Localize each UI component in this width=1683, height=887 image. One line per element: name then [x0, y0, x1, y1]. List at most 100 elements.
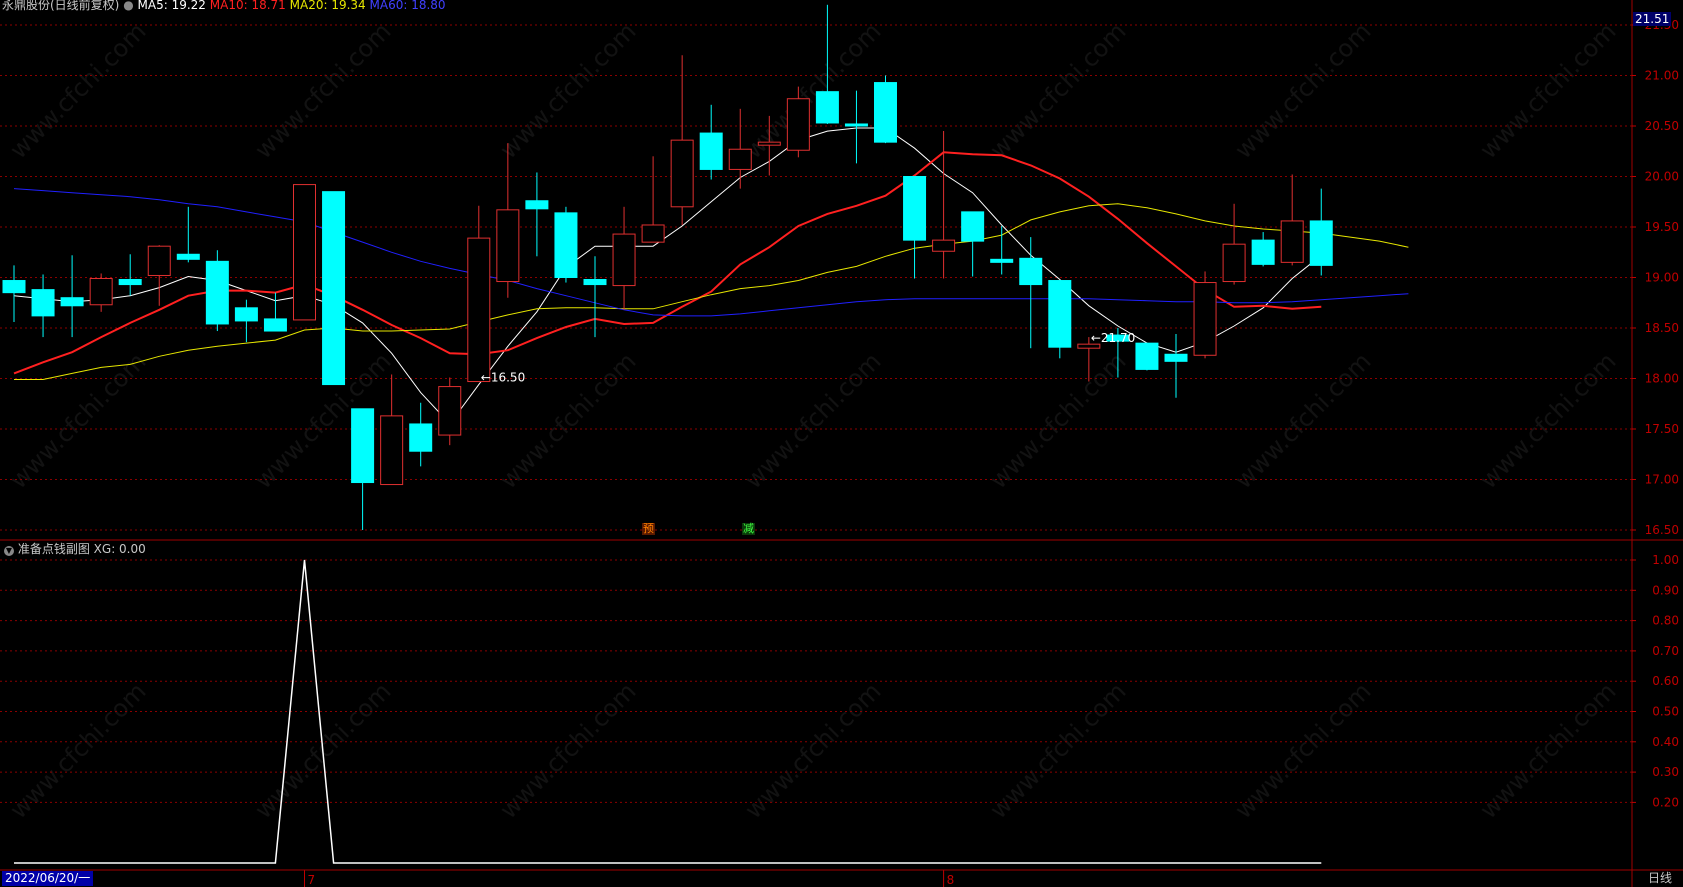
price-tick-label: 19.50 [1645, 220, 1679, 234]
price-tick-label: 18.00 [1645, 372, 1679, 386]
high-price-label: ←21.70 [1091, 331, 1135, 345]
month-label: 7 [308, 873, 316, 887]
candle-body-down [409, 423, 433, 452]
watermark-text: www.cfchi.com [1474, 17, 1621, 164]
price-tick-label: 19.00 [1645, 271, 1679, 285]
candle-body-down [1309, 220, 1333, 266]
ma60-label: MA60: 18.80 [369, 0, 446, 12]
period-label[interactable]: 日线 [1648, 871, 1672, 886]
candle-body-down [234, 307, 258, 322]
candle-body-up [786, 98, 810, 151]
watermark-text: www.cfchi.com [4, 17, 151, 164]
indicator-tick-label: 0.40 [1652, 735, 1679, 749]
watermark-text: www.cfchi.com [984, 347, 1131, 494]
candle-body-up [932, 239, 956, 252]
candle-body-up [612, 233, 636, 287]
annotations: ←21.70 ←16.50 [481, 331, 1135, 384]
candlesticks [2, 4, 1333, 530]
ma20-label: MA20: 19.34 [289, 0, 366, 12]
candle-body-down [990, 258, 1014, 263]
circle-icon: ● [123, 0, 134, 12]
candle-body-down [583, 279, 607, 286]
indicator-tick-label: 0.70 [1652, 644, 1679, 658]
watermark-layer: www.cfchi.com www.cfchi.com www.cfchi.com w… [4, 17, 1621, 824]
price-tick-label: 18.50 [1645, 321, 1679, 335]
candle-body-up [496, 209, 520, 283]
candle-body-down [815, 91, 839, 124]
indicator-name[interactable]: 准备点钱副图 [18, 542, 90, 556]
candle-body-up [380, 415, 404, 486]
candle-body-up [670, 139, 694, 208]
candle-body-up [89, 278, 113, 306]
candle-body-down [176, 253, 200, 260]
price-tick-label: 17.50 [1645, 422, 1679, 436]
candle-body-up [1193, 282, 1217, 356]
indicator-tick-label: 0.80 [1652, 614, 1679, 628]
candle-body-down [31, 289, 55, 317]
stock-title: 永鼎股份(日线前复权) [2, 0, 120, 12]
watermark-text: www.cfchi.com [1229, 347, 1376, 494]
price-tick-label: 20.50 [1645, 119, 1679, 133]
watermark-text: www.cfchi.com [494, 347, 641, 494]
candle-body-down [699, 132, 723, 170]
current-price-tag: 21.51 [1633, 12, 1672, 26]
xg-value: XG: 0.00 [93, 542, 146, 556]
watermark-text: www.cfchi.com [739, 347, 886, 494]
candle-body-up [728, 148, 752, 170]
watermark-text: www.cfchi.com [1229, 17, 1376, 164]
candle-body-down [1135, 342, 1159, 370]
indicator-tick-label: 0.30 [1652, 765, 1679, 779]
candle-body-down [903, 176, 927, 241]
price-tick-label: 17.00 [1645, 473, 1679, 487]
yu-marker: 预 [642, 522, 655, 535]
indicator-tick-label: 0.60 [1652, 674, 1679, 688]
candle-body-down [1019, 257, 1043, 286]
ma5-label: MA5: 19.22 [137, 0, 206, 12]
watermark-text: www.cfchi.com [249, 17, 396, 164]
price-tick-label: 20.00 [1645, 170, 1679, 184]
candle-body-down [263, 318, 287, 332]
candle-body-down [322, 191, 346, 386]
candle-body-down [351, 408, 375, 484]
indicator-tick-label: 0.50 [1652, 705, 1679, 719]
candle-body-down [1251, 239, 1275, 265]
chart-canvas[interactable]: www.cfchi.com www.cfchi.com www.cfchi.com w… [0, 0, 1683, 887]
candle-body-down [1048, 280, 1072, 348]
candle-body-up [438, 386, 462, 436]
candle-body-up [1222, 243, 1246, 283]
watermark-text: www.cfchi.com [1474, 347, 1621, 494]
jian-marker: 减 [742, 522, 755, 535]
candle-body-down [525, 200, 549, 210]
low-price-label: ←16.50 [481, 371, 525, 385]
ma10-label: MA10: 18.71 [209, 0, 286, 12]
candle-body-down [118, 279, 142, 286]
candle-body-down [1164, 353, 1188, 362]
candle-body-up [757, 141, 781, 146]
indicator-tick-label: 1.00 [1652, 553, 1679, 567]
month-label: 8 [947, 873, 955, 887]
price-tick-label: 16.50 [1645, 523, 1679, 537]
price-tick-label: 21.00 [1645, 69, 1679, 83]
candle-body-down [205, 260, 229, 325]
indicator-tick-label: 0.90 [1652, 583, 1679, 597]
collapse-icon[interactable]: ▼ [4, 546, 14, 556]
candle-body-up [1280, 220, 1304, 263]
candle-body-down [874, 82, 897, 143]
watermark-text: www.cfchi.com [494, 17, 641, 164]
watermark-text: www.cfchi.com [984, 17, 1131, 164]
candle-body-down [60, 297, 84, 307]
candle-body-down [844, 123, 868, 127]
candle-body-up [293, 184, 316, 321]
chart-header: 永鼎股份(日线前复权) ● MA5: 19.22 MA10: 18.71 MA2… [2, 0, 446, 13]
candle-body-up [641, 224, 665, 243]
candle-body-up [147, 245, 171, 276]
candle-body-down [961, 211, 985, 242]
candle-body-down [554, 212, 578, 278]
date-cursor-label: 2022/06/20/一 [2, 871, 94, 886]
indicator-axis: 1.00 0.90 0.80 0.70 0.60 0.50 0.40 0.30 0.20 [1632, 553, 1679, 809]
indicator-header: ▼ 准备点钱副图 XG: 0.00 [4, 540, 146, 557]
candle-body-down [2, 280, 26, 294]
indicator-tick-label: 0.20 [1652, 795, 1679, 809]
price-axis: 16.50 17.00 17.50 18.00 18.50 19.00 19.50 20.00… [1632, 18, 1679, 537]
candle-body-up [467, 237, 491, 383]
